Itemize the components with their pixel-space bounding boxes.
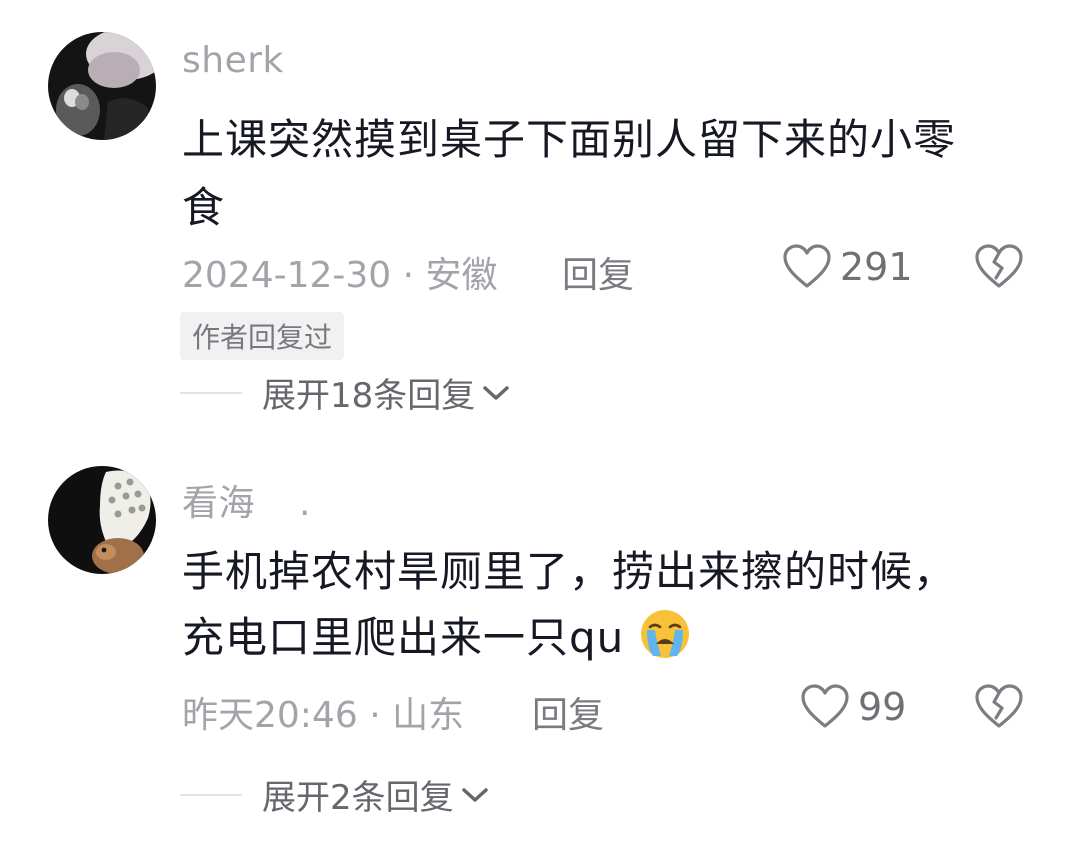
comment-text-line: 手机掉农村旱厕里了，捞出来擦的时候，: [182, 547, 957, 596]
expand-replies-button[interactable]: 展开2条回复: [180, 770, 490, 819]
chevron-down-icon: [461, 787, 488, 802]
heart-icon: [801, 684, 849, 728]
username[interactable]: 看海.: [182, 474, 311, 526]
expand-replies-label: 展开18条回复: [262, 376, 476, 416]
comment-text-line: 食: [182, 183, 226, 232]
avatar-image: [48, 32, 156, 140]
divider: [180, 793, 242, 796]
heart-icon: [783, 244, 831, 288]
like-button[interactable]: 291: [782, 244, 913, 290]
like-button[interactable]: 99: [800, 684, 906, 730]
username-text: 看海: [182, 483, 256, 524]
divider: [180, 391, 242, 394]
comment-item: 看海. 手机掉农村旱厕里了，捞出来擦的时候， 充电口里爬出来一只qu 昨天20:…: [0, 440, 1080, 844]
username[interactable]: sherk: [182, 40, 284, 81]
avatar[interactable]: [48, 32, 156, 140]
expand-replies-button[interactable]: 展开18条回复: [180, 368, 511, 417]
expand-replies-label: 展开2条回复: [262, 778, 454, 818]
comment-item: sherk 上课突然摸到桌子下面别人留下来的小零 食 2024-12-30 · …: [0, 0, 1080, 440]
comment-text-segment: 充电口里爬出来一只qu: [182, 613, 625, 662]
reply-button[interactable]: 回复: [532, 686, 604, 738]
like-count: 99: [858, 685, 907, 729]
comment-time-location: 昨天20:46 · 山东: [182, 695, 465, 736]
avatar[interactable]: [48, 466, 156, 574]
chevron-down-icon: [483, 385, 510, 400]
like-count: 291: [840, 245, 913, 289]
dislike-button[interactable]: [974, 684, 1024, 734]
comment-text-line: 充电口里爬出来一只qu: [182, 604, 691, 665]
avatar-image: [48, 466, 156, 574]
author-replied-badge: 作者回复过: [180, 312, 345, 360]
dislike-button[interactable]: [974, 244, 1024, 294]
username-suffix: .: [299, 483, 311, 524]
comment-time-location: 2024-12-30 · 安徽: [182, 255, 498, 296]
broken-heart-icon: [975, 244, 1023, 288]
reply-button[interactable]: 回复: [562, 246, 634, 298]
broken-heart-icon: [975, 684, 1023, 728]
crying-face-icon: [640, 610, 689, 658]
comment-text-line: 上课突然摸到桌子下面别人留下来的小零: [182, 115, 957, 164]
